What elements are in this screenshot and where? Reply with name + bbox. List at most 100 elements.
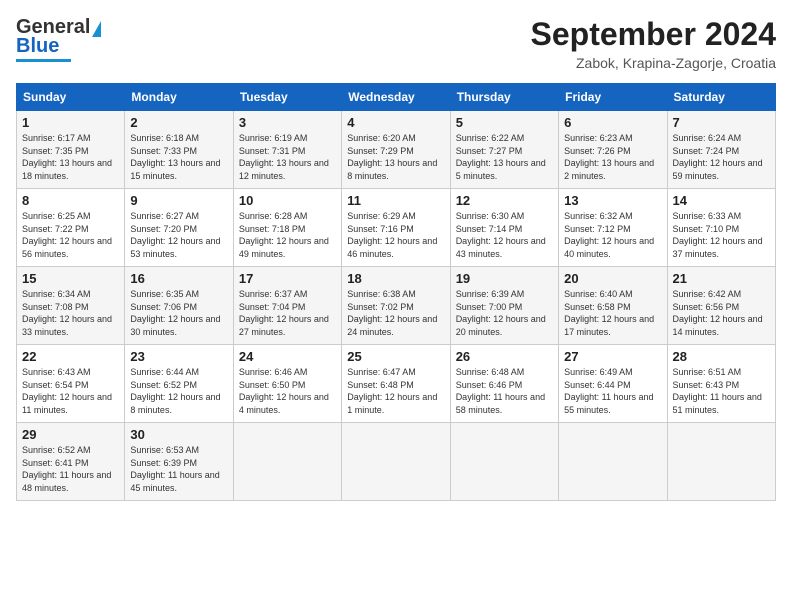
calendar-cell: 3 Sunrise: 6:19 AMSunset: 7:31 PMDaylight…	[233, 111, 341, 189]
calendar-cell: 22Sunrise: 6:43 AMSunset: 6:54 PMDayligh…	[17, 345, 125, 423]
calendar-cell: 25 Sunrise: 6:47 AMSunset: 6:48 PMDayligh…	[342, 345, 450, 423]
calendar-cell	[667, 423, 775, 501]
calendar-cell: 15 Sunrise: 6:34 AMSunset: 7:08 PMDayligh…	[17, 267, 125, 345]
day-detail: Sunrise: 6:28 AMSunset: 7:18 PMDaylight:…	[239, 210, 336, 260]
day-number: 15	[22, 271, 119, 286]
day-number: 9	[130, 193, 227, 208]
calendar-header: SundayMondayTuesdayWednesdayThursdayFrid…	[17, 84, 776, 111]
day-number: 16	[130, 271, 227, 286]
calendar-cell: 17 Sunrise: 6:37 AMSunset: 7:04 PMDayligh…	[233, 267, 341, 345]
day-number: 6	[564, 115, 661, 130]
calendar-cell: 28 Sunrise: 6:51 AMSunset: 6:43 PMDayligh…	[667, 345, 775, 423]
day-number: 17	[239, 271, 336, 286]
logo: General Blue	[16, 16, 101, 62]
day-detail: Sunrise: 6:23 AMSunset: 7:26 PMDaylight:…	[564, 132, 661, 182]
day-number: 26	[456, 349, 553, 364]
day-number: 5	[456, 115, 553, 130]
calendar-cell: 20Sunrise: 6:40 AMSunset: 6:58 PMDayligh…	[559, 267, 667, 345]
calendar-table: SundayMondayTuesdayWednesdayThursdayFrid…	[16, 83, 776, 501]
header-day-tuesday: Tuesday	[233, 84, 341, 111]
day-detail: Sunrise: 6:53 AMSunset: 6:39 PMDaylight:…	[130, 444, 227, 494]
calendar-cell: 6 Sunrise: 6:23 AMSunset: 7:26 PMDaylight…	[559, 111, 667, 189]
header-row: SundayMondayTuesdayWednesdayThursdayFrid…	[17, 84, 776, 111]
day-detail: Sunrise: 6:22 AMSunset: 7:27 PMDaylight:…	[456, 132, 553, 182]
day-detail: Sunrise: 6:24 AMSunset: 7:24 PMDaylight:…	[673, 132, 770, 182]
header-day-monday: Monday	[125, 84, 233, 111]
day-number: 8	[22, 193, 119, 208]
calendar-cell: 1 Sunrise: 6:17 AMSunset: 7:35 PMDaylight…	[17, 111, 125, 189]
day-detail: Sunrise: 6:44 AMSunset: 6:52 PMDaylight:…	[130, 366, 227, 416]
day-detail: Sunrise: 6:20 AMSunset: 7:29 PMDaylight:…	[347, 132, 444, 182]
day-detail: Sunrise: 6:17 AMSunset: 7:35 PMDaylight:…	[22, 132, 119, 182]
day-detail: Sunrise: 6:39 AMSunset: 7:00 PMDaylight:…	[456, 288, 553, 338]
day-detail: Sunrise: 6:35 AMSunset: 7:06 PMDaylight:…	[130, 288, 227, 338]
calendar-cell	[342, 423, 450, 501]
day-number: 18	[347, 271, 444, 286]
title-section: September 2024 Zabok, Krapina-Zagorje, C…	[531, 16, 776, 71]
day-detail: Sunrise: 6:40 AMSunset: 6:58 PMDaylight:…	[564, 288, 661, 338]
day-number: 22	[22, 349, 119, 364]
week-row-2: 8 Sunrise: 6:25 AMSunset: 7:22 PMDaylight…	[17, 189, 776, 267]
day-number: 24	[239, 349, 336, 364]
day-number: 27	[564, 349, 661, 364]
day-detail: Sunrise: 6:30 AMSunset: 7:14 PMDaylight:…	[456, 210, 553, 260]
calendar-cell: 10 Sunrise: 6:28 AMSunset: 7:18 PMDayligh…	[233, 189, 341, 267]
calendar-cell: 30Sunrise: 6:53 AMSunset: 6:39 PMDayligh…	[125, 423, 233, 501]
week-row-3: 15 Sunrise: 6:34 AMSunset: 7:08 PMDayligh…	[17, 267, 776, 345]
day-detail: Sunrise: 6:46 AMSunset: 6:50 PMDaylight:…	[239, 366, 336, 416]
day-detail: Sunrise: 6:42 AMSunset: 6:56 PMDaylight:…	[673, 288, 770, 338]
calendar-cell: 12 Sunrise: 6:30 AMSunset: 7:14 PMDayligh…	[450, 189, 558, 267]
day-detail: Sunrise: 6:18 AMSunset: 7:33 PMDaylight:…	[130, 132, 227, 182]
header-day-friday: Friday	[559, 84, 667, 111]
day-detail: Sunrise: 6:49 AMSunset: 6:44 PMDaylight:…	[564, 366, 661, 416]
location: Zabok, Krapina-Zagorje, Croatia	[531, 55, 776, 71]
day-detail: Sunrise: 6:33 AMSunset: 7:10 PMDaylight:…	[673, 210, 770, 260]
day-number: 7	[673, 115, 770, 130]
day-number: 1	[22, 115, 119, 130]
day-number: 4	[347, 115, 444, 130]
day-number: 10	[239, 193, 336, 208]
day-number: 25	[347, 349, 444, 364]
day-number: 23	[130, 349, 227, 364]
logo-blue-text: Blue	[16, 35, 59, 58]
day-number: 21	[673, 271, 770, 286]
calendar-body: 1 Sunrise: 6:17 AMSunset: 7:35 PMDaylight…	[17, 111, 776, 501]
calendar-cell	[450, 423, 558, 501]
day-number: 29	[22, 427, 119, 442]
calendar-cell: 7 Sunrise: 6:24 AMSunset: 7:24 PMDaylight…	[667, 111, 775, 189]
day-detail: Sunrise: 6:48 AMSunset: 6:46 PMDaylight:…	[456, 366, 553, 416]
calendar-cell	[559, 423, 667, 501]
day-detail: Sunrise: 6:37 AMSunset: 7:04 PMDaylight:…	[239, 288, 336, 338]
day-detail: Sunrise: 6:52 AMSunset: 6:41 PMDaylight:…	[22, 444, 119, 494]
calendar-cell: 4 Sunrise: 6:20 AMSunset: 7:29 PMDaylight…	[342, 111, 450, 189]
day-detail: Sunrise: 6:34 AMSunset: 7:08 PMDaylight:…	[22, 288, 119, 338]
day-number: 28	[673, 349, 770, 364]
day-number: 2	[130, 115, 227, 130]
calendar-cell: 21 Sunrise: 6:42 AMSunset: 6:56 PMDayligh…	[667, 267, 775, 345]
calendar-cell: 8 Sunrise: 6:25 AMSunset: 7:22 PMDaylight…	[17, 189, 125, 267]
calendar-cell: 2 Sunrise: 6:18 AMSunset: 7:33 PMDaylight…	[125, 111, 233, 189]
calendar-cell: 11Sunrise: 6:29 AMSunset: 7:16 PMDayligh…	[342, 189, 450, 267]
calendar-cell	[233, 423, 341, 501]
day-detail: Sunrise: 6:25 AMSunset: 7:22 PMDaylight:…	[22, 210, 119, 260]
calendar-cell: 29 Sunrise: 6:52 AMSunset: 6:41 PMDayligh…	[17, 423, 125, 501]
day-detail: Sunrise: 6:32 AMSunset: 7:12 PMDaylight:…	[564, 210, 661, 260]
calendar-cell: 18Sunrise: 6:38 AMSunset: 7:02 PMDayligh…	[342, 267, 450, 345]
header-day-saturday: Saturday	[667, 84, 775, 111]
calendar-cell: 14Sunrise: 6:33 AMSunset: 7:10 PMDayligh…	[667, 189, 775, 267]
month-title: September 2024	[531, 16, 776, 53]
day-number: 12	[456, 193, 553, 208]
header-day-sunday: Sunday	[17, 84, 125, 111]
day-number: 11	[347, 193, 444, 208]
day-number: 3	[239, 115, 336, 130]
day-number: 13	[564, 193, 661, 208]
calendar-cell: 9Sunrise: 6:27 AMSunset: 7:20 PMDaylight…	[125, 189, 233, 267]
day-detail: Sunrise: 6:19 AMSunset: 7:31 PMDaylight:…	[239, 132, 336, 182]
week-row-4: 22Sunrise: 6:43 AMSunset: 6:54 PMDayligh…	[17, 345, 776, 423]
calendar-cell: 16 Sunrise: 6:35 AMSunset: 7:06 PMDayligh…	[125, 267, 233, 345]
day-detail: Sunrise: 6:47 AMSunset: 6:48 PMDaylight:…	[347, 366, 444, 416]
week-row-5: 29 Sunrise: 6:52 AMSunset: 6:41 PMDayligh…	[17, 423, 776, 501]
day-detail: Sunrise: 6:51 AMSunset: 6:43 PMDaylight:…	[673, 366, 770, 416]
calendar-cell: 13 Sunrise: 6:32 AMSunset: 7:12 PMDayligh…	[559, 189, 667, 267]
page-header: General Blue September 2024 Zabok, Krapi…	[16, 16, 776, 71]
